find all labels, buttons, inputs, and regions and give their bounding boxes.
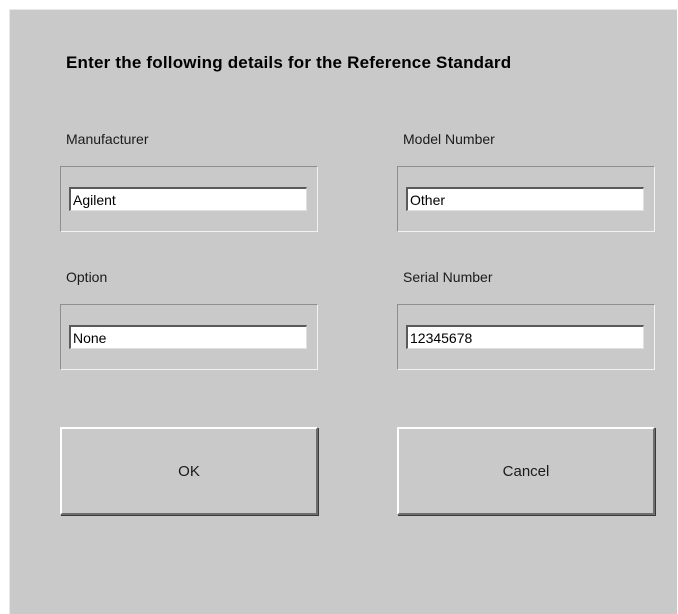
model-number-group xyxy=(397,166,655,232)
model-number-label: Model Number xyxy=(403,131,495,147)
dialog-title: Enter the following details for the Refe… xyxy=(66,53,512,72)
option-group xyxy=(60,304,318,370)
serial-number-label: Serial Number xyxy=(403,269,493,285)
serial-number-group xyxy=(397,304,655,370)
reference-standard-dialog: Enter the following details for the Refe… xyxy=(9,9,677,614)
cancel-button[interactable]: Cancel xyxy=(397,427,655,515)
manufacturer-label: Manufacturer xyxy=(66,131,149,147)
manufacturer-group xyxy=(60,166,318,232)
serial-number-input[interactable] xyxy=(406,325,644,349)
model-number-input[interactable] xyxy=(406,187,644,211)
ok-button[interactable]: OK xyxy=(60,427,318,515)
option-label: Option xyxy=(66,269,108,285)
option-input[interactable] xyxy=(69,325,307,349)
manufacturer-input[interactable] xyxy=(69,187,307,211)
